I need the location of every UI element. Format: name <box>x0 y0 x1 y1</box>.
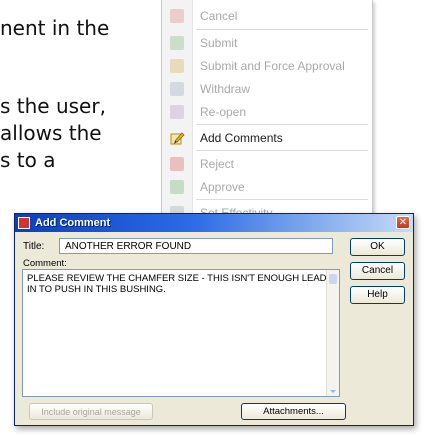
app-icon <box>18 217 30 229</box>
menu-item-add-comments[interactable]: Add Comments <box>162 126 372 149</box>
title-input[interactable]: ANOTHER ERROR FOUND <box>59 238 333 254</box>
withdraw-icon <box>162 77 192 100</box>
document-line: allows the <box>0 121 102 145</box>
menu-item-reopen[interactable]: Re-open <box>162 100 372 123</box>
menu-separator <box>196 150 368 151</box>
menu-item-label: Reject <box>200 156 235 171</box>
document-line: nent in the <box>0 16 110 40</box>
menu-item-label: Add Comments <box>200 130 283 145</box>
approve-icon <box>162 175 192 198</box>
include-original-message-button[interactable]: Include original message <box>29 403 153 420</box>
menu-item-label: Submit and Force Approval <box>200 58 345 73</box>
reopen-icon <box>162 100 192 123</box>
menu-item-submit[interactable]: Submit <box>162 31 372 54</box>
menu-item-label: Withdraw <box>200 81 251 96</box>
menu-item-submit-force-approval[interactable]: Submit and Force Approval <box>162 54 372 77</box>
cancel-doc-icon <box>162 4 192 27</box>
menu-separator <box>196 199 368 200</box>
dialog-title: Add Comment <box>35 217 111 229</box>
comment-textarea[interactable]: PLEASE REVIEW THE CHAMFER SIZE - THIS IS… <box>22 269 340 397</box>
menu-separator <box>196 29 368 30</box>
menu-item-cancel[interactable]: Cancel <box>162 4 372 27</box>
context-menu: Cancel Submit Submit and Force Approval … <box>161 0 373 233</box>
submit-icon <box>162 31 192 54</box>
add-comment-dialog: Add Comment ✕ Title: ANOTHER ERROR FOUND… <box>14 213 414 426</box>
menu-item-withdraw[interactable]: Withdraw <box>162 77 372 100</box>
dialog-titlebar[interactable]: Add Comment ✕ <box>15 214 413 232</box>
ok-button[interactable]: OK <box>350 238 405 256</box>
menu-separator <box>196 124 368 125</box>
title-label: Title: <box>23 241 45 252</box>
menu-item-label: Approve <box>200 179 245 194</box>
close-button[interactable]: ✕ <box>396 216 410 229</box>
scrollbar-thumb[interactable] <box>329 274 337 284</box>
comment-scrollbar[interactable] <box>326 270 339 396</box>
document-line: s the user, <box>0 94 106 118</box>
menu-item-label: Cancel <box>200 8 238 23</box>
scroll-down-arrow-icon[interactable] <box>330 390 336 393</box>
comment-text: PLEASE REVIEW THE CHAMFER SIZE - THIS IS… <box>27 273 327 295</box>
menu-item-approve[interactable]: Approve <box>162 175 372 198</box>
help-button[interactable]: Help <box>350 286 405 304</box>
menu-item-reject[interactable]: Reject <box>162 152 372 175</box>
document-line: s to a <box>0 148 56 172</box>
menu-item-label: Submit <box>200 35 238 50</box>
reject-icon <box>162 152 192 175</box>
cancel-button[interactable]: Cancel <box>350 262 405 280</box>
comment-label: Comment: <box>23 258 67 269</box>
menu-item-label: Re-open <box>200 104 247 119</box>
pencil-note-icon <box>162 126 192 149</box>
force-approval-icon <box>162 54 192 77</box>
attachments-button[interactable]: Attachments... <box>241 403 346 420</box>
